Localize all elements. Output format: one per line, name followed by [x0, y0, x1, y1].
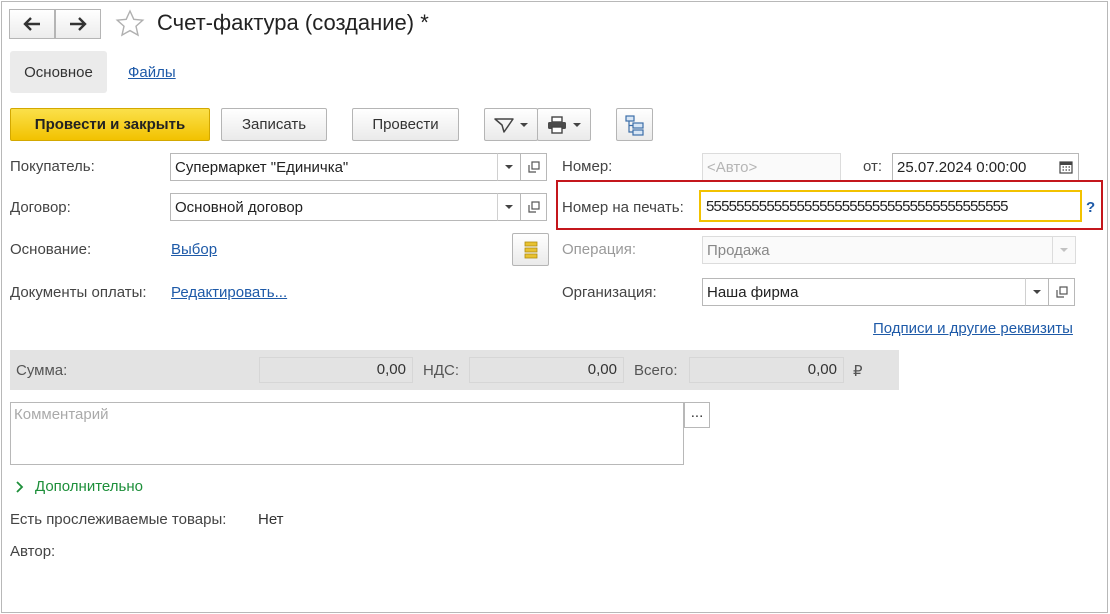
contract-open-button[interactable] [521, 193, 547, 221]
calendar-icon [1058, 161, 1073, 174]
send-menu-button[interactable] [484, 108, 538, 141]
total-value: 0,00 [689, 357, 844, 383]
contract-label: Договор: [10, 199, 71, 216]
organization-label: Организация: [562, 284, 657, 301]
page-title: Счет-фактура (создание) * [157, 10, 429, 35]
send-icon [494, 117, 514, 133]
contract-dropdown-button[interactable] [497, 193, 521, 221]
chevron-down-icon [1060, 248, 1068, 252]
printer-icon [548, 115, 566, 134]
tab-files[interactable]: Файлы [128, 64, 176, 81]
forward-button[interactable] [55, 9, 101, 39]
calendar-button[interactable] [1053, 153, 1079, 181]
post-and-close-button[interactable]: Провести и закрыть [10, 108, 210, 141]
structure-button[interactable] [616, 108, 653, 141]
chevron-down-icon [1033, 290, 1041, 294]
basis-label: Основание: [10, 241, 92, 258]
organization-open-button[interactable] [1049, 278, 1075, 306]
operation-field: Продажа [702, 236, 1054, 264]
contract-field[interactable]: Основной договор [170, 193, 498, 221]
open-window-icon [1055, 286, 1068, 298]
buyer-open-button[interactable] [521, 153, 547, 181]
list-icon [524, 241, 537, 258]
basis-select-link[interactable]: Выбор [171, 241, 217, 258]
traceable-goods-label: Есть прослеживаемые товары: [10, 511, 227, 528]
post-button[interactable]: Провести [352, 108, 459, 141]
comment-more-button[interactable]: ... [684, 402, 710, 428]
signatures-link[interactable]: Подписи и другие реквизиты [873, 320, 1073, 337]
comment-field[interactable]: Комментарий [10, 402, 684, 465]
arrow-right-icon [70, 17, 87, 31]
date-label: от: [863, 158, 883, 175]
open-window-icon [527, 201, 540, 213]
print-number-label: Номер на печать: [562, 199, 684, 216]
sum-value: 0,00 [259, 357, 413, 383]
vat-label: НДС: [423, 362, 459, 379]
additional-section-toggle[interactable]: Дополнительно [14, 478, 143, 495]
chevron-down-icon [505, 205, 513, 209]
currency-symbol: ₽ [853, 363, 863, 380]
payment-docs-label: Документы оплаты: [10, 284, 147, 301]
payment-docs-edit-link[interactable]: Редактировать... [171, 284, 287, 301]
chevron-down-icon [573, 122, 581, 127]
print-menu-button[interactable] [537, 108, 591, 141]
basis-list-button[interactable] [512, 233, 549, 266]
operation-dropdown-button [1052, 236, 1076, 264]
author-label: Автор: [10, 543, 56, 560]
date-field[interactable]: 25.07.2024 0:00:00 [892, 153, 1054, 181]
organization-dropdown-button[interactable] [1025, 278, 1049, 306]
save-button[interactable]: Записать [221, 108, 327, 141]
favorite-star-icon[interactable] [115, 9, 145, 39]
buyer-field[interactable]: Супермаркет "Единичка" [170, 153, 498, 181]
chevron-down-icon [520, 122, 528, 127]
print-number-field[interactable]: 5555555555555555555555555555555555555555 [699, 190, 1082, 222]
total-label: Всего: [634, 362, 678, 379]
sum-label: Сумма: [16, 362, 68, 379]
arrow-left-icon [23, 17, 40, 31]
tab-main[interactable]: Основное [10, 51, 107, 93]
organization-field[interactable]: Наша фирма [702, 278, 1026, 306]
buyer-label: Покупатель: [10, 158, 95, 175]
number-field: <Авто> [702, 153, 841, 181]
additional-section-label: Дополнительно [35, 478, 143, 495]
chevron-right-icon [16, 480, 24, 493]
open-window-icon [527, 161, 540, 173]
traceable-goods-value: Нет [258, 511, 284, 528]
operation-label: Операция: [562, 241, 637, 258]
vat-value: 0,00 [469, 357, 624, 383]
chevron-down-icon [505, 165, 513, 169]
document-structure-icon [624, 114, 644, 136]
document-window: Счет-фактура (создание) * Основное Файлы… [1, 1, 1108, 613]
help-icon[interactable]: ? [1086, 199, 1095, 216]
back-button[interactable] [9, 9, 55, 39]
buyer-dropdown-button[interactable] [497, 153, 521, 181]
number-label: Номер: [562, 158, 613, 175]
